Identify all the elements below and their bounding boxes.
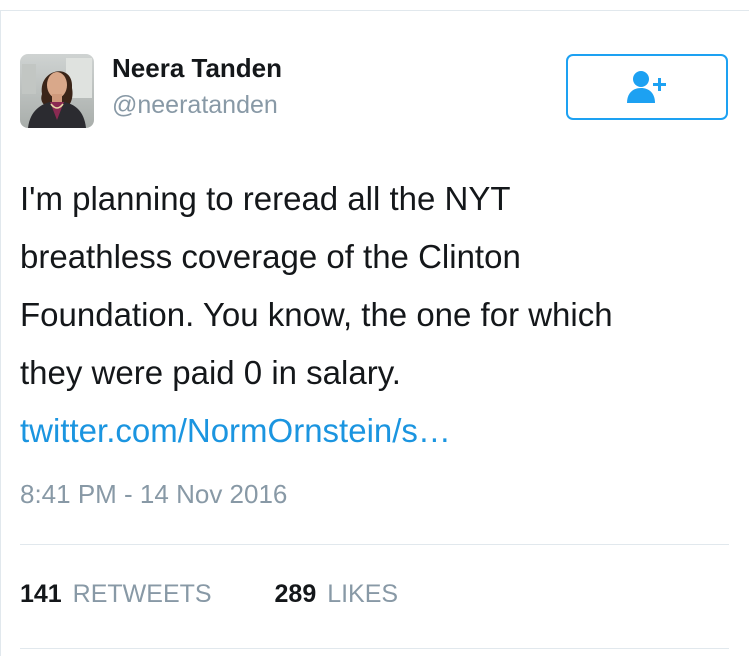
tweet-text: I'm planning to reread all the NYT breat…: [20, 170, 720, 460]
tweet-card: Neera Tanden @neeratanden I'm planning t…: [0, 0, 749, 656]
left-border: [0, 10, 1, 656]
add-user-icon: [627, 71, 666, 103]
avatar-photo: [20, 54, 94, 128]
tweet-text-line: they were paid 0 in salary.: [20, 354, 401, 391]
retweets-count: 141: [20, 580, 62, 608]
tweet-text-line: I'm planning to reread all the NYT: [20, 180, 511, 217]
follow-button[interactable]: [566, 54, 728, 120]
divider: [20, 648, 729, 649]
author-handle[interactable]: @neeratanden: [112, 91, 278, 120]
tweet-stats: 141 RETWEETS 289 LIKES: [20, 580, 398, 609]
tweet-link[interactable]: twitter.com/NormOrnstein/s…: [20, 402, 720, 460]
likes-label: LIKES: [327, 580, 399, 608]
retweets-stat[interactable]: 141 RETWEETS: [20, 580, 212, 609]
tweet-text-line: Foundation. You know, the one for which: [20, 296, 613, 333]
likes-stat[interactable]: 289 LIKES: [275, 580, 399, 609]
tweet-timestamp[interactable]: 8:41 PM - 14 Nov 2016: [20, 479, 287, 510]
likes-count: 289: [274, 580, 317, 608]
retweets-label: RETWEETS: [72, 580, 212, 608]
divider: [20, 544, 729, 545]
author-name[interactable]: Neera Tanden: [112, 53, 282, 84]
avatar[interactable]: [20, 54, 94, 128]
top-border: [0, 10, 749, 11]
tweet-text-line: breathless coverage of the Clinton: [20, 238, 521, 275]
